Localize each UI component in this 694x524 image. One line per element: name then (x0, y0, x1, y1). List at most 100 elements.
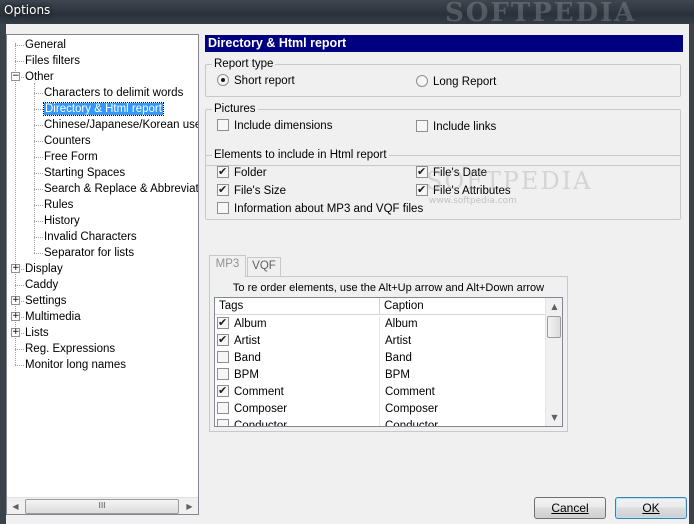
tree-item[interactable]: Reg. Expressions (25, 341, 115, 357)
column-header-caption[interactable]: Caption (380, 298, 546, 315)
tag-cell[interactable]: Conductor (217, 419, 287, 426)
tag-cell[interactable]: Artist (217, 333, 260, 349)
tree-item[interactable]: Chinese/Japanese/Korean users (44, 117, 198, 133)
checkbox-icon[interactable] (217, 419, 229, 426)
column-divider (379, 367, 380, 384)
elements-label: Elements to include in Html report (212, 149, 389, 161)
column-header-tags[interactable]: Tags (215, 298, 380, 315)
include-dimensions-checkbox[interactable]: Include dimensions (217, 119, 332, 133)
table-row[interactable]: Composer Composer (215, 401, 546, 418)
tree-item[interactable]: Rules (44, 197, 73, 213)
caption-cell[interactable]: Composer (385, 402, 438, 417)
caption-cell[interactable]: BPM (385, 368, 410, 383)
ok-button-label: OK (642, 501, 660, 515)
cancel-button[interactable]: Cancel (534, 497, 606, 519)
tree-item-label: General (25, 39, 66, 51)
scroll-up-arrow-icon[interactable]: ▲ (546, 298, 562, 315)
tree-connector-line (34, 141, 43, 142)
scroll-right-arrow-icon[interactable]: ▶ (181, 498, 198, 514)
caption-cell[interactable]: Artist (385, 334, 411, 349)
tab-vqf[interactable]: VQF (247, 257, 281, 276)
tree-item[interactable]: Free Form (44, 149, 98, 165)
collapse-minus-icon[interactable]: − (11, 72, 20, 81)
tree-item[interactable]: History (44, 213, 80, 229)
folder-checkbox[interactable]: Folder (217, 165, 267, 180)
tree-item[interactable]: Lists (25, 325, 49, 341)
checkbox-icon[interactable] (217, 351, 229, 363)
radio-icon[interactable] (416, 75, 428, 87)
checkbox-checked-icon[interactable] (217, 316, 229, 331)
tree-item-label: Caddy (25, 279, 59, 291)
tree-connector-line (34, 157, 43, 158)
expand-plus-icon[interactable]: + (11, 264, 20, 273)
tag-cell[interactable]: Band (217, 351, 261, 366)
table-row[interactable]: Comment Comment (215, 384, 546, 401)
table-row[interactable]: Artist Artist (215, 333, 546, 350)
caption-cell[interactable]: Comment (385, 385, 435, 400)
table-row[interactable]: Album Album (215, 316, 546, 333)
checkbox-icon[interactable] (217, 402, 229, 414)
tag-cell[interactable]: Comment (217, 384, 284, 400)
tree-item[interactable]: General (25, 37, 66, 53)
checkbox-checked-icon[interactable] (217, 165, 229, 179)
tag-cell[interactable]: Composer (217, 402, 287, 417)
long-report-radio[interactable]: Long Report (416, 75, 496, 89)
tree-item[interactable]: Other (25, 69, 54, 85)
scroll-down-arrow-icon[interactable]: ▼ (546, 409, 562, 426)
tree-item[interactable]: Search & Replace & Abbreviations (44, 181, 198, 197)
tree-item-label: Monitor long names (25, 359, 126, 371)
checkbox-checked-icon[interactable] (217, 333, 229, 348)
include-links-checkbox[interactable]: Include links (416, 120, 496, 134)
table-row[interactable]: Conductor Conductor (215, 418, 546, 426)
tree-item-label: History (44, 215, 80, 227)
title-bar: Options SOFTPEDIA (0, 0, 694, 28)
caption-cell[interactable]: Conductor (385, 419, 438, 426)
checkbox-checked-icon[interactable] (217, 183, 229, 197)
short-report-radio[interactable]: Short report (217, 74, 295, 88)
checkbox-icon[interactable] (217, 368, 229, 380)
options-tree[interactable]: ◀ III ▶ General Files filters Other − Charac… (6, 34, 199, 515)
mp3-tab-panel: To re order elements, use the Alt+Up arr… (209, 276, 568, 432)
tree-connector-line (34, 93, 43, 94)
grid-vertical-scrollbar[interactable]: ▲ ▼ (545, 298, 562, 426)
expand-plus-icon[interactable]: + (11, 312, 20, 321)
tree-item[interactable]: Invalid Characters (44, 229, 137, 245)
column-divider (379, 418, 380, 426)
tag-cell[interactable]: BPM (217, 368, 259, 383)
table-row[interactable]: BPM BPM (215, 367, 546, 384)
expand-plus-icon[interactable]: + (11, 328, 20, 337)
tree-item[interactable]: Files filters (25, 53, 80, 69)
tree-item-label: Other (25, 71, 54, 83)
scroll-thumb[interactable]: III (25, 499, 179, 514)
grid-scroll-thumb[interactable] (547, 316, 561, 338)
tree-item[interactable]: Multimedia (25, 309, 81, 325)
tree-item[interactable]: Directory & Html report (43, 101, 164, 117)
caption-cell[interactable]: Band (385, 351, 412, 366)
ok-button[interactable]: OK (615, 497, 687, 519)
tree-item[interactable]: Display (25, 261, 63, 277)
tab-mp3[interactable]: MP3 (209, 255, 246, 277)
tree-horizontal-scrollbar[interactable]: ◀ III ▶ (7, 497, 198, 514)
scroll-left-arrow-icon[interactable]: ◀ (7, 498, 24, 514)
checkbox-icon[interactable] (217, 119, 229, 131)
files-size-checkbox[interactable]: File's Size (217, 183, 286, 198)
tree-item[interactable]: Starting Spaces (44, 165, 125, 181)
tree-item[interactable]: Settings (25, 293, 67, 309)
checkbox-icon[interactable] (217, 202, 229, 214)
tree-item[interactable]: Caddy (25, 277, 58, 293)
expand-plus-icon[interactable]: + (11, 296, 20, 305)
tags-grid[interactable]: Tags Caption AlbumAlbumArtistArtistBandB… (214, 297, 563, 427)
tree-connector-line (34, 125, 43, 126)
checkbox-checked-icon[interactable] (217, 384, 229, 399)
tree-item[interactable]: Monitor long names (25, 357, 126, 373)
tree-connector-line (15, 61, 24, 62)
table-row[interactable]: Band Band (215, 350, 546, 367)
tree-item[interactable]: Counters (44, 133, 91, 149)
tag-cell[interactable]: Album (217, 316, 267, 332)
tree-item[interactable]: Separator for lists (44, 245, 134, 261)
tree-item[interactable]: Characters to delimit words (44, 85, 183, 101)
caption-cell[interactable]: Album (385, 317, 418, 332)
checkbox-icon[interactable] (416, 120, 428, 132)
radio-selected-icon[interactable] (217, 74, 229, 86)
mp3-info-checkbox[interactable]: Information about MP3 and VQF files (217, 202, 423, 216)
